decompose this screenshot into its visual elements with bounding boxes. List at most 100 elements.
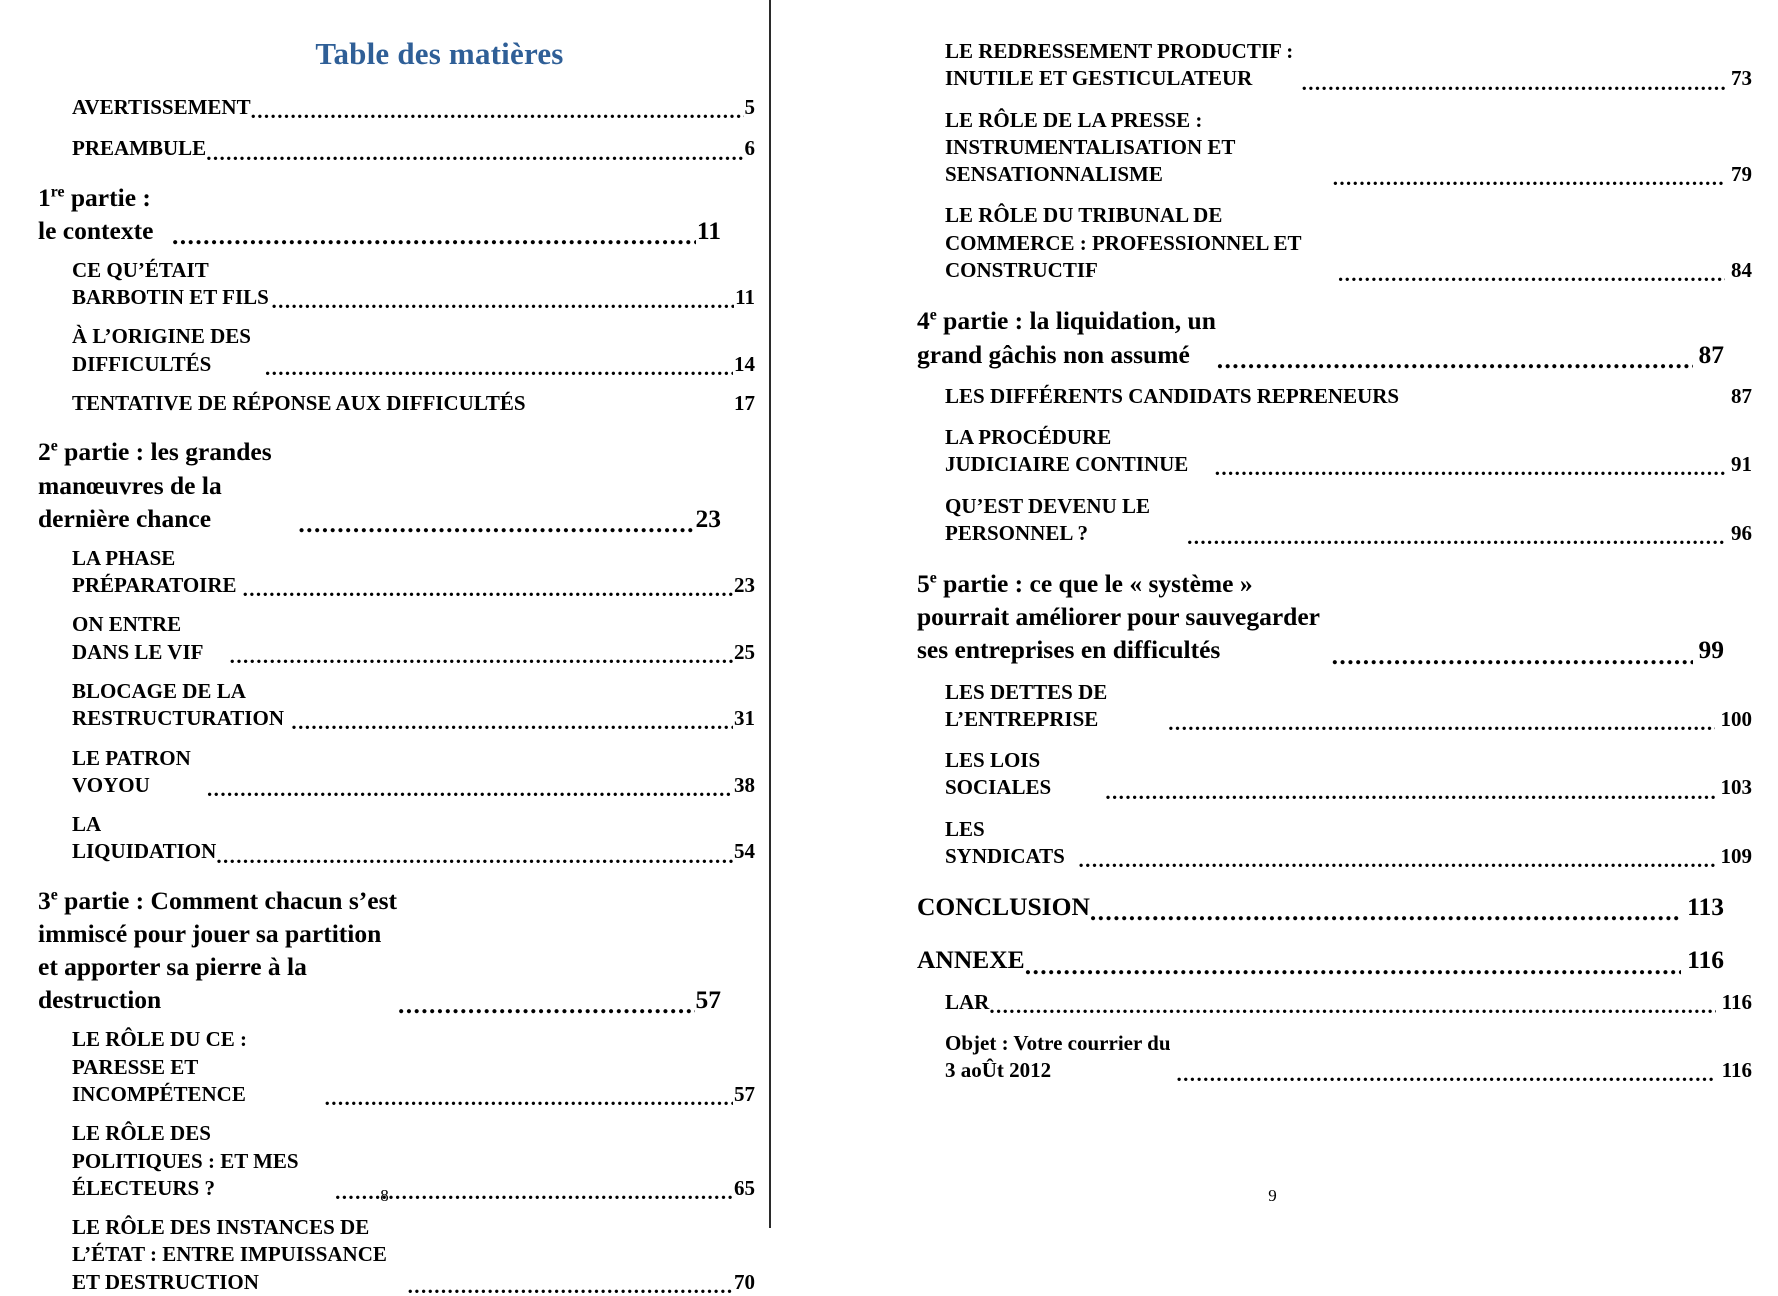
leader-dots (1177, 1064, 1716, 1085)
two-page-spread: Table des matières AVERTISSEMENT 5 PREAM… (0, 0, 1778, 1294)
leader-dots (291, 712, 733, 733)
toc-part-2[interactable]: 2e partie : les grandes manœuvres de la … (38, 435, 721, 534)
leader-dots (1105, 781, 1714, 802)
toc-section-role-de-la-presse[interactable]: LE RÔLE DE LA PRESSE : INSTRUMENTALISATI… (917, 107, 1752, 189)
toc-section-lois-sociales[interactable]: LES LOIS SOCIALES 103 (917, 747, 1752, 802)
toc-section-on-entre-dans-le-vif[interactable]: ON ENTRE DANS LE VIF 25 (38, 611, 755, 666)
leader-dots (526, 396, 733, 417)
left-page: Table des matières AVERTISSEMENT 5 PREAM… (0, 0, 769, 1294)
toc-part-3[interactable]: 3e partie : Comment chacun s’est immiscé… (38, 884, 721, 1017)
toc-entry-annexe[interactable]: ANNEXE 116 (917, 943, 1724, 976)
toc-entry-page: 38 (734, 772, 755, 797)
part-ordinal-suffix: e (50, 886, 58, 904)
toc-entry-page: 113 (1687, 892, 1724, 922)
toc-entry-label: ON ENTRE DANS LE VIF (72, 612, 204, 664)
part-heading-text: partie : les grandes manœuvres de la der… (38, 437, 272, 533)
leader-dots (1399, 389, 1725, 410)
toc-entry-label: LA LIQUIDATION (72, 812, 217, 864)
leader-dots (207, 778, 733, 799)
toc-entry-label: LAR (945, 989, 990, 1014)
toc-entry-page: 23 (734, 573, 755, 598)
toc-section-objet-courrier[interactable]: Objet : Votre courrier du 3 aoÛt 2012 11… (917, 1030, 1752, 1085)
toc-entry-label: LE RÔLE DE LA PRESSE : INSTRUMENTALISATI… (945, 107, 1235, 187)
leader-dots (298, 509, 694, 535)
leader-dots (1215, 458, 1725, 479)
toc-entry-page: 96 (1731, 520, 1752, 545)
toc-part-1[interactable]: 1re partie : le contexte 11 (38, 181, 721, 247)
leader-dots (408, 1275, 733, 1296)
toc-entry-page: 11 (735, 285, 755, 310)
toc-section-quest-devenu-le-personnel[interactable]: QU’EST DEVENU LE PERSONNEL ? 96 (917, 493, 1752, 548)
part-ordinal-suffix: e (929, 569, 937, 587)
toc-section-redressement-productif[interactable]: LE REDRESSEMENT PRODUCTIF : INUTILE ET G… (917, 38, 1752, 93)
toc-entry-page: 31 (734, 706, 755, 731)
toc-section-tentative-reponse[interactable]: TENTATIVE DE RÉPONSE AUX DIFFICULTÉS 17 (38, 390, 755, 417)
folio-left: 8 (380, 1186, 389, 1205)
leader-dots (251, 100, 744, 121)
toc-part-5[interactable]: 5e partie : ce que le « système » pourra… (917, 567, 1724, 666)
leader-dots (265, 357, 733, 378)
toc-entry-label: LES DIFFÉRENTS CANDIDATS REPRENEURS (945, 383, 1400, 408)
toc-section-role-du-ce[interactable]: LE RÔLE DU CE : PARESSE ET INCOMPÉTENCE … (38, 1026, 755, 1108)
leader-dots (1090, 898, 1681, 924)
leader-dots (989, 995, 1715, 1016)
toc-section-syndicats[interactable]: LES SYNDICATS 109 (917, 816, 1752, 871)
leader-dots (243, 578, 733, 599)
leader-dots (1333, 167, 1725, 188)
part-number: 4 (917, 306, 930, 336)
toc-entry-label: LE PATRON VOYOU (72, 745, 191, 797)
toc-entry-label: TENTATIVE DE RÉPONSE AUX DIFFICULTÉS (72, 391, 526, 416)
toc-section-lar[interactable]: LAR 116 (917, 989, 1752, 1016)
toc-part-label: 3e partie : Comment chacun s’est immiscé… (38, 884, 398, 1017)
toc-part-page: 23 (695, 503, 722, 533)
toc-entry-conclusion[interactable]: CONCLUSION 113 (917, 890, 1724, 923)
toc-section-role-tribunal-commerce[interactable]: LE RÔLE DU TRIBUNAL DE COMMERCE : PROFES… (917, 202, 1752, 284)
toc-entry-page: 91 (1731, 452, 1752, 477)
toc-entry-label: LES DETTES DE L’ENTREPRISE (945, 679, 1108, 731)
leader-dots (172, 221, 696, 247)
toc-entry-page: 79 (1731, 162, 1752, 187)
toc-section-ce-quetait-barbotin[interactable]: CE QU’ÉTAIT BARBOTIN ET FILS 11 (38, 257, 755, 312)
part-heading-text: partie : la liquidation, un grand gâchis… (917, 306, 1216, 369)
toc-section-dettes-entreprise[interactable]: LES DETTES DE L’ENTREPRISE 100 (917, 679, 1752, 734)
toc-entry-label: Objet : Votre courrier du 3 aoÛt 2012 (945, 1030, 1171, 1083)
toc-section-la-liquidation[interactable]: LA LIQUIDATION 54 (38, 811, 755, 866)
toc-entry-preambule[interactable]: PREAMBULE 6 (38, 135, 755, 162)
toc-part-4[interactable]: 4e partie : la liquidation, un grand gâc… (917, 304, 1724, 370)
toc-entry-label: LE RÔLE DES INSTANCES DE L’ÉTAT : ENTRE … (72, 1215, 387, 1294)
toc-entry-label: PREAMBULE (72, 136, 207, 161)
toc-entry-page: 84 (1731, 258, 1752, 283)
folio-right: 9 (1268, 1186, 1277, 1205)
toc-entry-label: CE QU’ÉTAIT BARBOTIN ET FILS (72, 257, 269, 310)
toc-entry-page: 73 (1731, 66, 1752, 91)
leader-dots (272, 290, 735, 311)
toc-section-patron-voyou[interactable]: LE PATRON VOYOU 38 (38, 745, 755, 800)
toc-section-role-instances-etat[interactable]: LE RÔLE DES INSTANCES DE L’ÉTAT : ENTRE … (38, 1214, 755, 1296)
toc-entry-page: 54 (734, 839, 755, 864)
toc-part-page: 87 (1698, 339, 1725, 369)
part-number: 2 (38, 437, 51, 467)
toc-entry-label: LES SYNDICATS (945, 816, 1065, 869)
part-ordinal-suffix: e (50, 437, 58, 455)
leader-dots (1168, 712, 1714, 733)
toc-entry-label: LE RÔLE DU TRIBUNAL DE COMMERCE : PROFES… (945, 203, 1302, 283)
leader-dots (206, 142, 743, 163)
part-number: 3 (38, 885, 51, 915)
toc-section-origine-difficultes[interactable]: À L’ORIGINE DES DIFFICULTÉS 14 (38, 323, 755, 378)
toc-section-blocage-restructuration[interactable]: BLOCAGE DE LA RESTRUCTURATION 31 (38, 678, 755, 733)
part-ordinal-suffix: e (929, 306, 937, 324)
toc-entry-page: 70 (734, 1269, 755, 1294)
part-heading-text: partie : ce que le « système » pourrait … (917, 569, 1320, 665)
toc-section-procedure-judiciaire[interactable]: LA PROCÉDURE JUDICIAIRE CONTINUE 91 (917, 424, 1752, 479)
toc-entry-label: LE RÔLE DU CE : PARESSE ET INCOMPÉTENCE (72, 1027, 248, 1106)
toc-entry-avertissement[interactable]: AVERTISSEMENT 5 (38, 94, 755, 121)
toc-section-phase-preparatoire[interactable]: LA PHASE PRÉPARATOIRE 23 (38, 545, 755, 600)
toc-section-candidats-repreneurs[interactable]: LES DIFFÉRENTS CANDIDATS REPRENEURS 87 (917, 383, 1752, 410)
toc-part-label: 5e partie : ce que le « système » pourra… (917, 567, 1332, 666)
leader-dots (1338, 263, 1725, 284)
toc-entry-label: ANNEXE (917, 945, 1025, 975)
leader-dots (398, 991, 695, 1017)
toc-part-label: 2e partie : les grandes manœuvres de la … (38, 435, 298, 534)
toc-entry-page: 116 (1721, 989, 1752, 1014)
toc-entry-page: 5 (744, 95, 756, 119)
